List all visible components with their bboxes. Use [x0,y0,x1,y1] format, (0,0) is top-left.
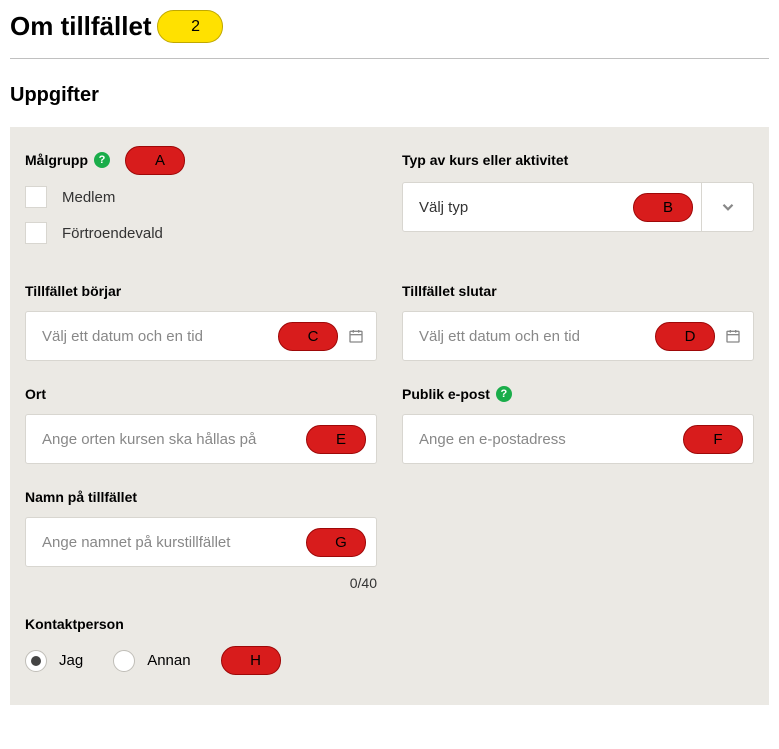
namn-input[interactable] [26,518,376,566]
ort-label: Ort [25,386,377,402]
namn-group: Namn på tillfället G 0/40 [25,489,377,591]
epost-input[interactable] [403,415,753,463]
epost-label-text: Publik e-post [402,386,490,402]
slutar-input[interactable] [403,312,723,360]
checkbox-medlem-row: Medlem [25,186,377,208]
marker-h: H [221,646,281,675]
malgrupp-label: Målgrupp ? A [25,152,377,168]
form-panel: Målgrupp ? A Medlem Förtroendevald Typ a… [10,127,769,705]
checkbox-fortroendevald[interactable] [25,222,47,244]
checkbox-medlem[interactable] [25,186,47,208]
help-icon[interactable]: ? [496,386,512,402]
epost-label: Publik e-post ? [402,386,754,402]
borjar-input[interactable] [26,312,346,360]
page-title: Om tillfället [10,11,152,42]
borjar-group: Tillfället börjar C [25,283,377,361]
malgrupp-group: Målgrupp ? A Medlem Förtroendevald [25,152,377,258]
radio-annan-label: Annan [147,652,190,669]
kontakt-group: Kontaktperson Jag Annan H [25,616,754,675]
help-icon[interactable]: ? [94,152,110,168]
section-title: Uppgifter [0,84,779,127]
slutar-group: Tillfället slutar D [402,283,754,361]
calendar-icon[interactable] [723,328,753,344]
typ-select[interactable]: Välj typ B [402,182,754,232]
typ-group: Typ av kurs eller aktivitet Välj typ B [402,152,754,258]
borjar-label: Tillfället börjar [25,283,377,299]
checkbox-fortroendevald-row: Förtroendevald [25,222,377,244]
radio-annan[interactable] [113,650,135,672]
typ-selected-value: Välj typ [403,199,701,216]
chevron-down-icon [701,183,753,231]
namn-char-count: 0/40 [25,575,377,591]
radio-jag[interactable] [25,650,47,672]
marker-a: A [125,146,185,175]
radio-jag-label: Jag [59,652,83,669]
typ-label: Typ av kurs eller aktivitet [402,152,754,168]
epost-group: Publik e-post ? F [402,386,754,464]
checkbox-medlem-label: Medlem [62,189,115,206]
namn-label: Namn på tillfället [25,489,377,505]
checkbox-fortroendevald-label: Förtroendevald [62,225,163,242]
ort-group: Ort E [25,386,377,464]
slutar-label: Tillfället slutar [402,283,754,299]
header-divider [10,58,769,59]
step-marker: 2 [157,10,223,43]
ort-input[interactable] [26,415,376,463]
malgrupp-label-text: Målgrupp [25,152,88,168]
page-header: Om tillfället 2 [0,0,779,58]
calendar-icon[interactable] [346,328,376,344]
kontakt-label: Kontaktperson [25,616,754,632]
